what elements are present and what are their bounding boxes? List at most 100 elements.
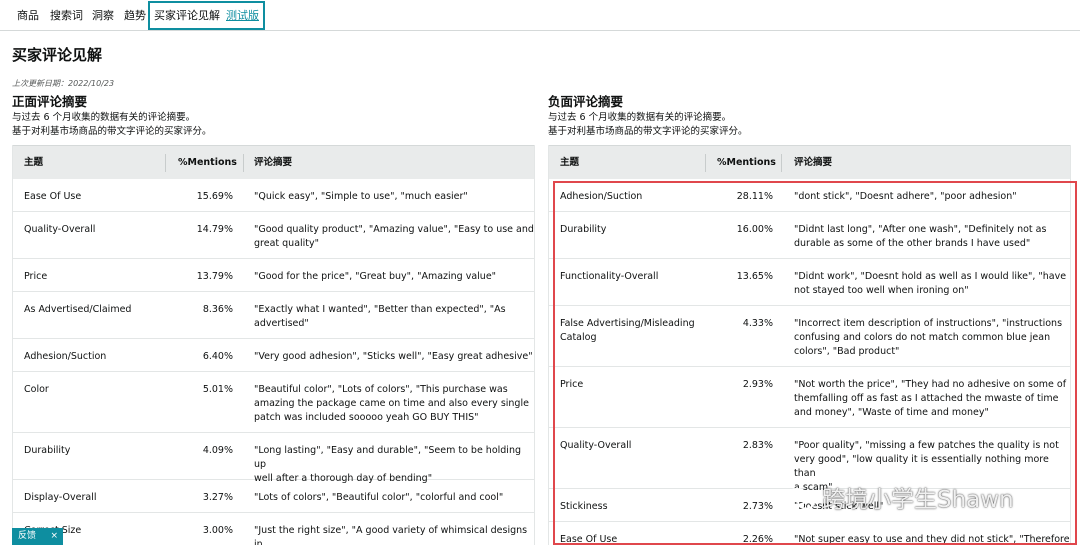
row-topic-line: Quality-Overall: [24, 224, 96, 235]
row-mentions: 4.33%: [742, 318, 773, 329]
table-header: 主题 %Mentions 评论摘要: [13, 145, 534, 179]
header-divider: [705, 154, 706, 172]
row-summary-line: "Didnt last long", "After one wash", "De…: [794, 224, 1047, 235]
page-title: 买家评论见解: [12, 46, 103, 64]
row-summary-line: "Didnt work", "Doesnt hold as well as I …: [794, 271, 1067, 282]
row-topic: Ease Of Use: [24, 190, 81, 204]
row-topic-line: As Advertised/Claimed: [24, 304, 132, 315]
table-row: False Advertising/Misleading Catalog 4.33%…: [549, 306, 1070, 367]
close-icon[interactable]: ×: [50, 528, 58, 545]
tab-review-insights[interactable]: 买家评论见解 测试版: [148, 1, 265, 30]
row-topic-line: False Advertising/Misleading: [560, 318, 695, 329]
row-topic-line: Ease Of Use: [560, 534, 618, 545]
row-summary-line: "Good quality product", "Amazing value",…: [254, 224, 534, 235]
row-summary-line: and money", "Waste of time and money": [794, 407, 989, 418]
row-mentions: 13.65%: [736, 271, 773, 282]
table-header: 主题 %Mentions 评论摘要: [549, 145, 1070, 179]
wechat-icon: [786, 488, 815, 510]
row-mentions: 13.79%: [196, 271, 233, 282]
table-row: Display-Overall 3.27% "Lots of colors", "B…: [13, 480, 534, 513]
row-summary-line: amazing the package came on time and als…: [254, 398, 529, 409]
table-row: Durability 4.09% "Long lasting", "Easy and…: [13, 433, 534, 484]
tab-search-terms[interactable]: 搜索词: [50, 0, 83, 30]
row-topic-line: Durability: [560, 224, 607, 235]
row-topic-line: Display-Overall: [24, 492, 97, 503]
table-row: Price 13.79% "Good for the price", "Great …: [13, 259, 534, 292]
row-summary-line: durable as some of the other brands I ha…: [794, 238, 1031, 249]
row-summary: "dont stick", "Doesnt adhere", "poor adh…: [794, 190, 1017, 204]
row-topic-line: Durability: [24, 445, 71, 456]
row-mentions: 14.79%: [196, 224, 233, 235]
last-updated: 上次更新日期：2022/10/23: [12, 79, 115, 88]
row-mentions: 2.93%: [742, 379, 773, 390]
header-mentions[interactable]: %Mentions: [178, 146, 237, 180]
row-topic-line: Adhesion/Suction: [560, 191, 643, 202]
row-topic-line: Adhesion/Suction: [24, 351, 107, 362]
header-topic[interactable]: 主题: [24, 146, 43, 180]
row-mentions: 4.09%: [202, 445, 233, 456]
row-topic: Ease Of Use: [560, 533, 617, 545]
row-summary-line: "Not worth the price", "They had no adhe…: [794, 379, 1067, 390]
row-topic: Stickiness: [560, 500, 608, 514]
top-nav-tabs: 商品 搜索词 洞察 趋势 买家评论见解 测试版: [0, 0, 1080, 31]
header-topic[interactable]: 主题: [560, 146, 579, 180]
row-topic: Functionality-Overall: [560, 270, 658, 284]
row-summary: "Lots of colors", "Beautiful color", "co…: [254, 491, 503, 505]
positive-section-desc: 与过去 6 个月收集的数据有关的评论摘要。 基于对利基市场商品的带文字评论的买家…: [12, 111, 212, 139]
row-mentions: 2.73%: [742, 501, 773, 512]
row-mentions: 2.83%: [742, 440, 773, 451]
row-summary-line: "Very good adhesion", "Sticks well", "Ea…: [254, 351, 533, 362]
header-mentions[interactable]: %Mentions: [717, 146, 776, 180]
row-summary-line: great quality": [254, 238, 320, 249]
row-mentions: 6.40%: [202, 351, 233, 362]
positive-desc-line2: 基于对利基市场商品的带文字评论的买家评分。: [12, 126, 212, 137]
row-topic: Durability: [560, 223, 606, 237]
header-summary[interactable]: 评论摘要: [794, 146, 832, 180]
beta-badge[interactable]: 测试版: [226, 9, 259, 22]
feedback-label: 反馈: [18, 531, 37, 541]
positive-desc-line1: 与过去 6 个月收集的数据有关的评论摘要。: [12, 112, 196, 123]
row-summary-line: "Long lasting", "Easy and durable", "See…: [254, 445, 522, 470]
row-topic: Durability: [24, 444, 70, 458]
row-summary-line: "Lots of colors", "Beautiful color", "co…: [254, 492, 504, 503]
row-summary: "Beautiful color", "Lots of colors", "Th…: [254, 383, 529, 425]
table-row: Correct Size3.00%"Just the right size", …: [13, 513, 534, 545]
row-topic: Display-Overall: [24, 491, 97, 505]
header-summary[interactable]: 评论摘要: [254, 146, 292, 180]
row-summary: "Didnt last long", "After one wash", "De…: [794, 223, 1046, 251]
table-row: As Advertised/Claimed 8.36% "Exactly what …: [13, 292, 534, 339]
row-topic: As Advertised/Claimed: [24, 303, 131, 317]
table-row: Ease Of Use 2.26% "Not super easy to use a…: [549, 522, 1070, 545]
positive-section-title: 正面评论摘要: [12, 94, 88, 109]
tab-products[interactable]: 商品: [17, 0, 39, 30]
row-topic-line: Color: [24, 384, 49, 395]
table-row: Color 5.01% "Beautiful color", "Lots of co…: [13, 372, 534, 433]
tab-insights[interactable]: 洞察: [92, 0, 114, 30]
table-row: Ease Of Use 15.69% "Quick easy", "Simple t…: [13, 179, 534, 212]
row-topic: Quality-Overall: [24, 223, 95, 237]
row-summary-line: "Good for the price", "Great buy", "Amaz…: [254, 271, 497, 282]
row-summary-line: "Just the right size", "A good variety o…: [254, 525, 528, 545]
feedback-button[interactable]: 反馈 ×: [12, 528, 63, 545]
row-topic: Price: [560, 378, 583, 392]
row-summary: "Not super easy to use and they did not …: [794, 533, 1070, 545]
table-row: Adhesion/Suction 28.11% "dont stick", "Doe…: [549, 179, 1070, 212]
row-mentions: 3.27%: [202, 492, 233, 503]
row-mentions: 16.00%: [736, 224, 773, 235]
tab-trends[interactable]: 趋势: [124, 0, 146, 30]
row-topic: Price: [24, 270, 47, 284]
row-summary: "Didnt work", "Doesnt hold as well as I …: [794, 270, 1066, 298]
row-topic-line: Price: [560, 379, 584, 390]
row-summary: "Good for the price", "Great buy", "Amaz…: [254, 270, 496, 284]
table-row: Adhesion/Suction 6.40% "Very good adhesion…: [13, 339, 534, 372]
row-summary: "Exactly what I wanted", "Better than ex…: [254, 303, 506, 331]
row-topic-line: Ease Of Use: [24, 191, 82, 202]
row-mentions: 15.69%: [196, 191, 233, 202]
row-summary: "Just the right size", "A good variety o…: [254, 524, 534, 545]
row-topic: Adhesion/Suction: [24, 350, 106, 364]
row-summary-line: "Incorrect item description of instructi…: [794, 318, 1063, 329]
row-summary-line: themfalling off as fast as I attached th…: [794, 393, 1059, 404]
tab-review-insights-label: 买家评论见解: [154, 9, 220, 22]
row-summary-line: "dont stick", "Doesnt adhere", "poor adh…: [794, 191, 1017, 202]
row-summary: "Incorrect item description of instructi…: [794, 317, 1062, 359]
